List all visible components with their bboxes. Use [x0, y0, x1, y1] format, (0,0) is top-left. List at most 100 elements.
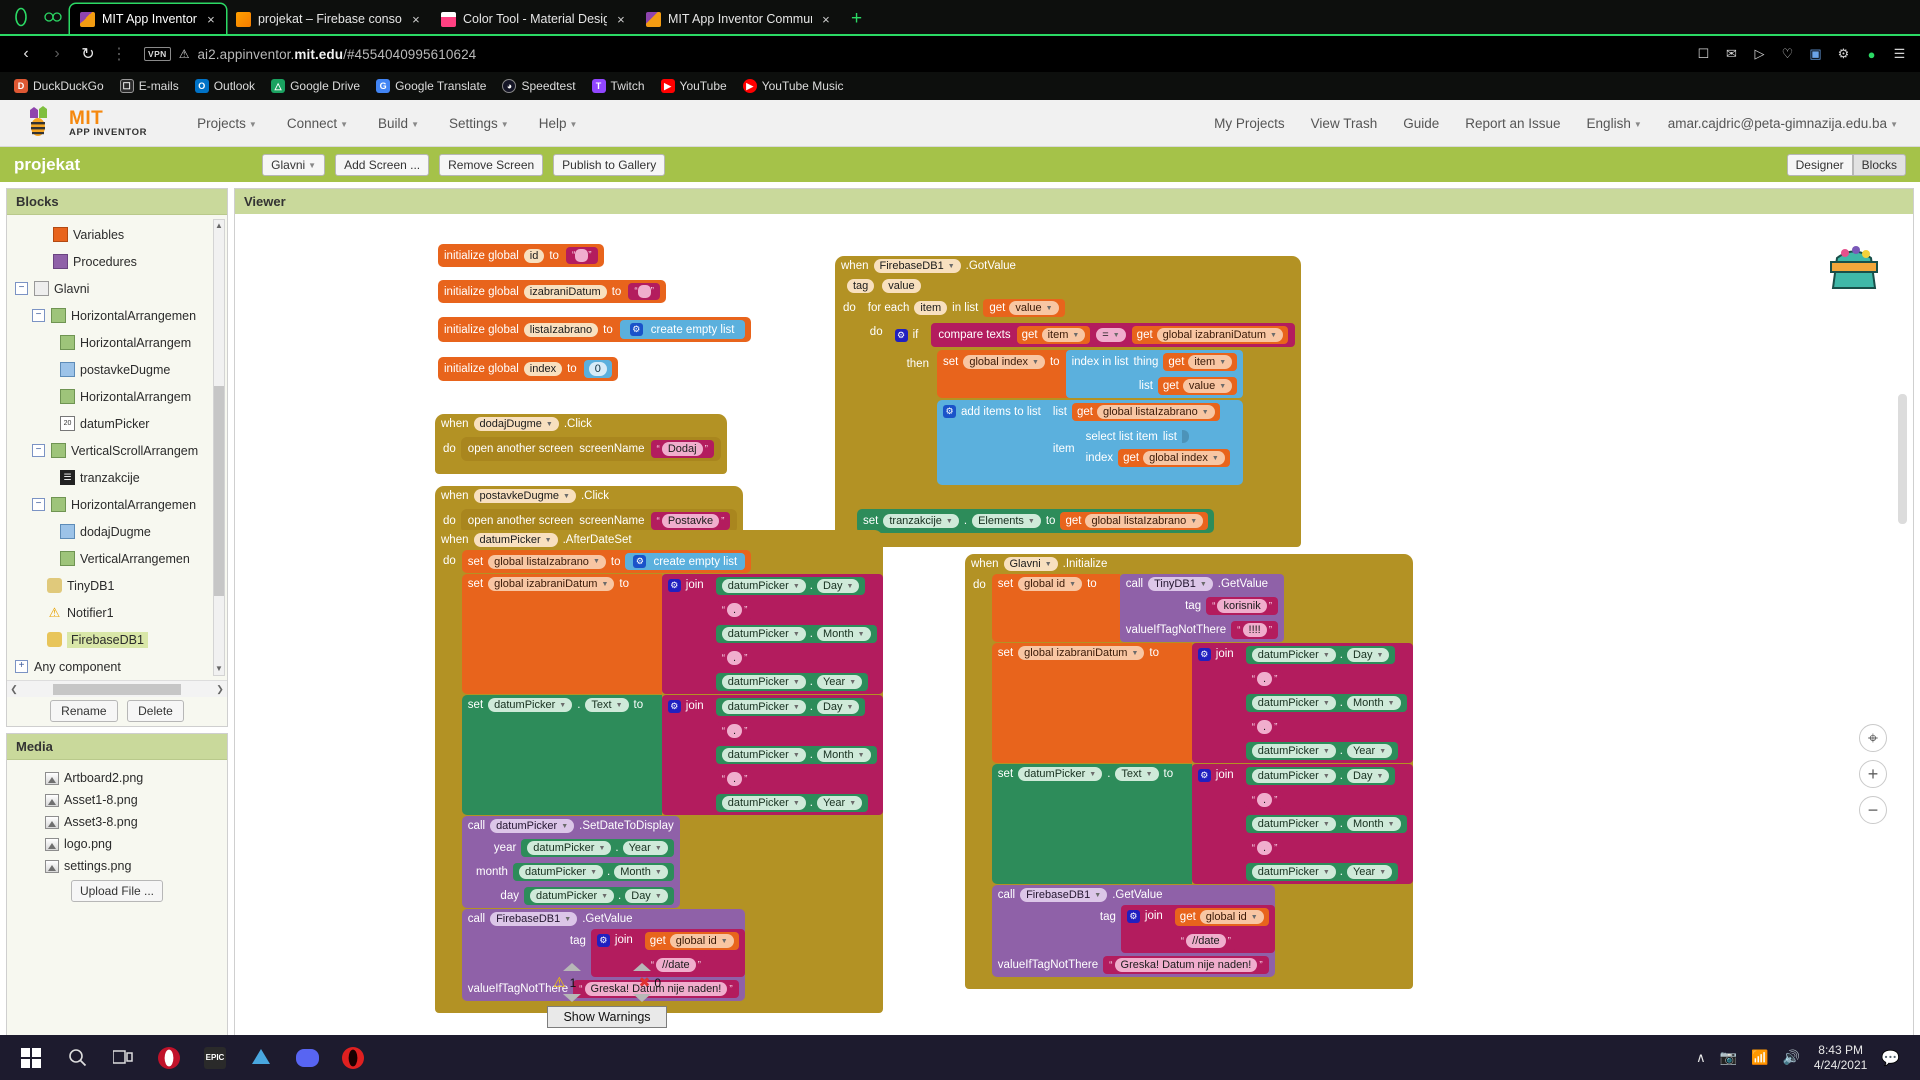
link-report-an-issue[interactable]: Report an Issue: [1465, 116, 1560, 131]
browser-tab-0[interactable]: MIT App Inventor ×: [70, 4, 226, 34]
foreach-block[interactable]: for each item in list get value ▼ do ⚙ i…: [861, 296, 1301, 509]
text-value-field[interactable]: .: [727, 724, 743, 738]
block-when-glavni-initialize[interactable]: when Glavni ▼ .Initialize do set global …: [965, 554, 1413, 989]
error-down-arrow-icon[interactable]: [633, 994, 651, 1002]
variable-dropdown[interactable]: global izabraniDatum ▼: [488, 577, 615, 591]
tree-item-verticalarrangement[interactable]: VerticalArrangemen: [7, 545, 227, 572]
component-dropdown[interactable]: datumPicker ▼: [721, 627, 806, 641]
add-items-to-list-block[interactable]: ⚙ add items to list list get global list…: [936, 400, 1244, 485]
get-block[interactable]: get value ▼: [983, 299, 1065, 317]
menu-connect[interactable]: Connect ▼: [287, 116, 348, 131]
block-initialize-global-izabranidatum[interactable]: initialize global izabraniDatum to “ ”: [438, 280, 666, 303]
tree-item-horizontalarrangement4[interactable]: − HorizontalArrangemen: [7, 491, 227, 518]
component-dropdown[interactable]: dodajDugme ▼: [473, 417, 559, 431]
warning-up-arrow-icon[interactable]: [563, 963, 581, 971]
component-dropdown[interactable]: datumPicker ▼: [1251, 865, 1336, 879]
warning-down-arrow-icon[interactable]: [563, 994, 581, 1002]
component-dropdown[interactable]: datumPicker ▼: [1018, 767, 1103, 781]
messenger-icon[interactable]: ✉: [1723, 46, 1740, 63]
property-dropdown[interactable]: Year ▼: [1346, 744, 1393, 758]
scroll-right-icon[interactable]: ❯: [215, 684, 225, 695]
tree-item-firebasedb1[interactable]: FirebaseDB1: [7, 626, 227, 653]
component-getter-block[interactable]: datumPicker ▼. Year ▼: [715, 673, 869, 691]
property-dropdown[interactable]: Text ▼: [585, 698, 629, 712]
mutator-gear-icon[interactable]: ⚙: [1126, 910, 1140, 923]
workspaces-icon[interactable]: [36, 0, 70, 34]
link-my-projects[interactable]: My Projects: [1214, 116, 1285, 131]
empty-socket[interactable]: [1181, 430, 1189, 443]
text-value-field[interactable]: korisnik: [1217, 599, 1267, 613]
menu-settings[interactable]: Settings ▼: [449, 116, 509, 131]
call-firebasedb1-getvalue-block[interactable]: call FirebaseDB1 ▼ .GetValue tag ⚙ join …: [991, 885, 1275, 977]
get-block[interactable]: get global index ▼: [1118, 449, 1230, 467]
tree-item-glavni[interactable]: − Glavni: [7, 275, 227, 302]
bookmark-google-translate[interactable]: G Google Translate: [376, 79, 486, 93]
property-dropdown[interactable]: Year ▼: [1346, 865, 1393, 879]
tree-item-dodajdugme[interactable]: dodajDugme: [7, 518, 227, 545]
variable-dropdown[interactable]: global izabraniDatum ▼: [1156, 328, 1283, 342]
start-button[interactable]: [8, 1035, 54, 1080]
remove-screen-button[interactable]: Remove Screen: [439, 153, 544, 176]
tree-item-postavkedugme[interactable]: postavkeDugme: [7, 356, 227, 383]
collapse-icon[interactable]: −: [32, 498, 45, 511]
delete-button[interactable]: Delete: [127, 700, 184, 722]
join-block[interactable]: ⚙ join datumPicker ▼. Day ▼ “.” datumPicker…: [661, 695, 883, 815]
property-dropdown[interactable]: Month ▼: [1346, 696, 1401, 710]
component-dropdown[interactable]: datumPicker ▼: [721, 796, 806, 810]
component-dropdown[interactable]: datumPicker ▼: [721, 675, 806, 689]
clock[interactable]: 8:43 PM 4/24/2021: [1814, 1043, 1867, 1073]
call-setdatetodisplay-block[interactable]: call datumPicker ▼ .SetDateToDisplay year…: [461, 816, 680, 908]
epic-games-icon[interactable]: EPIC: [192, 1035, 238, 1080]
opera-gx-icon[interactable]: [330, 1035, 376, 1080]
create-empty-list-block[interactable]: ⚙ create empty list: [619, 320, 745, 339]
global-name-field[interactable]: index: [523, 362, 563, 376]
block-initialize-global-id[interactable]: initialize global id to “ ”: [438, 244, 604, 267]
component-dropdown[interactable]: FirebaseDB1 ▼: [1020, 888, 1108, 902]
menu-build[interactable]: Build ▼: [378, 116, 419, 131]
text-value-field[interactable]: .: [727, 772, 743, 786]
component-dropdown[interactable]: datumPicker ▼: [488, 698, 573, 712]
component-dropdown[interactable]: datumPicker ▼: [1251, 696, 1336, 710]
text-block[interactable]: “.”: [1245, 791, 1284, 809]
zoom-in-button[interactable]: +: [1859, 760, 1887, 788]
media-item[interactable]: Artboard2.png: [7, 767, 227, 789]
component-getter-block[interactable]: datumPicker ▼. Day ▼: [1245, 646, 1396, 664]
property-dropdown[interactable]: Text ▼: [1115, 767, 1159, 781]
component-getter-block[interactable]: datumPicker ▼. Day ▼: [715, 698, 866, 716]
property-dropdown[interactable]: Day ▼: [625, 889, 668, 903]
global-name-field[interactable]: listaIzabrano: [523, 322, 599, 337]
tree-item-any-component[interactable]: + Any component: [7, 653, 227, 680]
if-then-block[interactable]: ⚙ if compare texts get item ▼ = ▼ get gl…: [888, 320, 1301, 497]
opera-logo-icon[interactable]: [6, 0, 36, 34]
property-dropdown[interactable]: Month ▼: [1346, 817, 1401, 831]
variable-dropdown[interactable]: global id ▼: [1018, 577, 1083, 591]
text-value-field[interactable]: [637, 285, 651, 298]
media-item[interactable]: logo.png: [7, 833, 227, 855]
property-dropdown[interactable]: Day ▼: [816, 579, 860, 593]
tree-item-verticalscrollarrangement[interactable]: − VerticalScrollArrangem: [7, 437, 227, 464]
join-block[interactable]: ⚙ join datumPicker ▼. Day ▼ “.” datumPicker…: [1191, 643, 1413, 763]
designer-toggle-button[interactable]: Designer: [1786, 153, 1853, 176]
bookmark-outlook[interactable]: O Outlook: [194, 79, 255, 93]
set-global-izabranidatum-block[interactable]: set global izabraniDatum ▼ to ⚙ join dat…: [991, 643, 1413, 763]
link-guide[interactable]: Guide: [1403, 116, 1439, 131]
heart-icon[interactable]: ♡: [1779, 46, 1796, 63]
show-warnings-button[interactable]: Show Warnings: [547, 1006, 667, 1028]
property-dropdown[interactable]: Month ▼: [816, 627, 871, 641]
number-value-field[interactable]: 0: [588, 362, 607, 376]
tree-item-tranzakcije[interactable]: ☰ tranzakcije: [7, 464, 227, 491]
text-block[interactable]: “.”: [715, 722, 754, 740]
text-value-field[interactable]: Greska! Datum nije naden!: [1114, 958, 1258, 972]
blocks-canvas[interactable]: initialize global id to “ ” initialize g…: [235, 214, 1913, 1053]
get-block[interactable]: get global id ▼: [644, 932, 739, 950]
component-dropdown[interactable]: datumPicker ▼: [1251, 648, 1336, 662]
menu-help[interactable]: Help ▼: [539, 116, 578, 131]
component-dropdown[interactable]: datumPicker ▼: [721, 700, 806, 714]
operator-dropdown[interactable]: = ▼: [1096, 328, 1126, 342]
text-block[interactable]: “.”: [1245, 718, 1284, 736]
variable-dropdown[interactable]: global index ▼: [1143, 451, 1225, 465]
extension-icon[interactable]: ▣: [1807, 46, 1824, 63]
opera-icon[interactable]: [146, 1035, 192, 1080]
text-block[interactable]: “.”: [715, 601, 754, 619]
get-block[interactable]: get global izabraniDatum ▼: [1131, 326, 1288, 344]
